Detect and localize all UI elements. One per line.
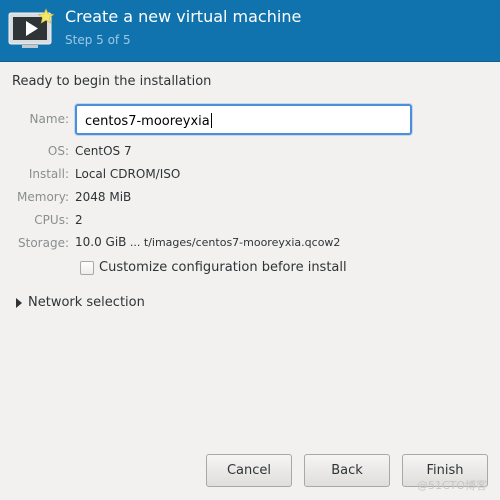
ready-message: Ready to begin the installation — [12, 74, 212, 89]
wizard-header: Create a new virtual machine Step 5 of 5 — [0, 0, 500, 62]
os-label: OS: — [47, 144, 69, 158]
name-input[interactable]: centos7-mooreyxia — [75, 104, 412, 135]
name-label: Name: — [29, 112, 69, 126]
back-button[interactable]: Back — [304, 454, 390, 487]
install-value: Local CDROM/ISO — [75, 167, 181, 181]
virtual-machine-icon — [8, 8, 55, 48]
cpus-value: 2 — [75, 213, 83, 227]
os-value: CentOS 7 — [75, 144, 132, 158]
wizard-title: Create a new virtual machine — [65, 7, 302, 26]
memory-value: 2048 MiB — [75, 190, 132, 204]
cancel-button[interactable]: Cancel — [206, 454, 292, 487]
storage-size: 10.0 GiB — [75, 235, 127, 249]
storage-value: 10.0 GiB ... t/images/centos7-mooreyxia.… — [75, 235, 340, 249]
customize-checkbox[interactable] — [80, 261, 94, 275]
network-selection-label: Network selection — [28, 295, 145, 310]
storage-label: Storage: — [18, 236, 69, 250]
network-selection-expander[interactable]: Network selection — [14, 295, 154, 313]
install-label: Install: — [28, 167, 69, 181]
cpus-label: CPUs: — [34, 213, 69, 227]
customize-checkbox-label[interactable]: Customize configuration before install — [99, 260, 347, 275]
wizard-step-indicator: Step 5 of 5 — [65, 33, 131, 47]
watermark: @51CTO博客 — [417, 479, 488, 492]
memory-label: Memory: — [17, 190, 69, 204]
expander-arrow-icon — [16, 298, 22, 308]
storage-path: ... t/images/centos7-mooreyxia.qcow2 — [126, 236, 341, 249]
name-input-value: centos7-mooreyxia — [85, 113, 212, 129]
text-caret — [210, 113, 212, 128]
